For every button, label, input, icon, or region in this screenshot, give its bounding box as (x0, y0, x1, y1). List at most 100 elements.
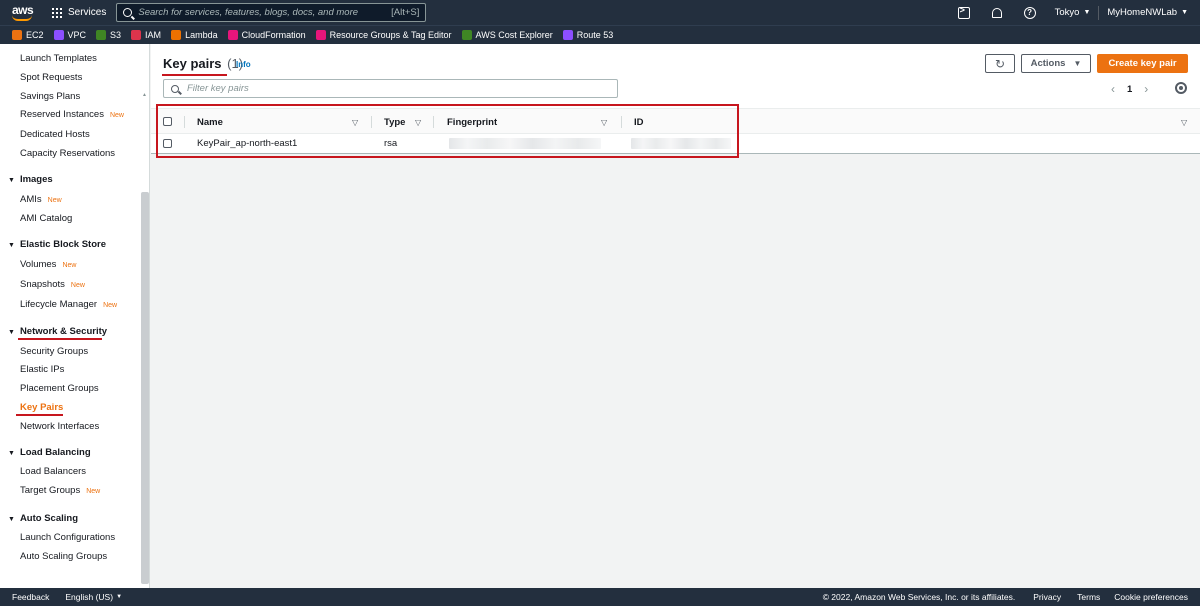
caret-down-icon: ▼ (116, 594, 123, 600)
page-number[interactable]: 1 (1127, 84, 1132, 95)
search-shortcut-hint: [Alt+S] (391, 7, 420, 18)
sidebar-item-launch-configurations[interactable]: Launch Configurations (20, 532, 115, 543)
cloudshell-icon[interactable] (957, 5, 970, 19)
refresh-icon: ↻ (994, 56, 1006, 71)
favorite-s3[interactable]: S3 (96, 30, 121, 40)
sidebar-section-label: Elastic Block Store (19, 239, 106, 250)
resource-groups-service-icon (315, 30, 326, 40)
sidebar-section-label: Load Balancing (19, 447, 91, 458)
sidebar-section-auto-scaling[interactable]: ▼ Auto Scaling (8, 513, 78, 524)
page-title-text: Key pairs (163, 56, 222, 71)
scroll-up-icon[interactable]: ▲ (142, 92, 147, 98)
favorite-label: IAM (145, 30, 162, 40)
favorite-ec2[interactable]: EC2 (12, 30, 44, 40)
caret-down-icon: ▼ (8, 516, 15, 523)
sidebar-item-snapshots[interactable]: Snapshots New (20, 279, 85, 290)
region-selector[interactable]: Tokyo ▼ (1055, 7, 1091, 18)
favorite-label: Resource Groups & Tag Editor (329, 30, 452, 40)
account-label: MyHomeNWLab (1107, 7, 1178, 18)
feedback-link[interactable]: Feedback (12, 592, 49, 602)
favorite-resource-groups[interactable]: Resource Groups & Tag Editor (315, 30, 452, 40)
sidebar-item-key-pairs[interactable]: Key Pairs (20, 402, 63, 413)
favorite-label: CloudFormation (241, 30, 306, 40)
cloudformation-service-icon (227, 30, 238, 40)
cookie-preferences-link[interactable]: Cookie preferences (1114, 592, 1188, 602)
sidebar-item-placement-groups[interactable]: Placement Groups (20, 383, 99, 394)
help-icon[interactable]: ? (1023, 6, 1036, 19)
sidebar-section-load-balancing[interactable]: ▼ Load Balancing (8, 447, 91, 458)
favorite-label: VPC (67, 30, 87, 40)
language-label: English (US) (65, 592, 114, 602)
search-icon (123, 8, 133, 17)
refresh-button[interactable]: ↻ (985, 54, 1015, 73)
filter-key-pairs-input[interactable] (187, 83, 610, 94)
iam-service-icon (131, 30, 142, 40)
sidebar-item-target-groups[interactable]: Target Groups New (20, 485, 100, 496)
sidebar-item-elastic-ips[interactable]: Elastic IPs (20, 364, 64, 375)
nav-divider (1098, 5, 1100, 20)
next-page-icon[interactable]: › (1144, 82, 1148, 96)
new-badge: New (47, 197, 62, 204)
previous-page-icon[interactable]: ‹ (1111, 82, 1115, 96)
sidebar-item-load-balancers[interactable]: Load Balancers (20, 466, 86, 477)
grid-icon (52, 7, 62, 18)
favorite-iam[interactable]: IAM (131, 30, 161, 40)
favorites-bar: EC2 VPC S3 IAM Lambda CloudFormation Res… (0, 25, 1200, 44)
language-selector[interactable]: English (US) ▼ (65, 592, 122, 602)
new-badge: New (109, 112, 124, 119)
sidebar-scrollbar[interactable] (141, 192, 149, 584)
cost-explorer-service-icon (461, 30, 472, 40)
caret-down-icon: ▼ (1073, 59, 1082, 68)
sidebar-item-savings-plans[interactable]: Savings Plans (20, 91, 80, 102)
sidebar-item-launch-templates[interactable]: Launch Templates (20, 53, 97, 64)
sidebar-item-security-groups[interactable]: Security Groups (20, 346, 88, 357)
services-menu-button[interactable]: Services (52, 0, 106, 25)
terms-link[interactable]: Terms (1077, 592, 1100, 602)
region-label: Tokyo (1054, 7, 1080, 18)
key-pairs-container: Key pairs (1) Info ↻ Actions ▼ Create ke… (151, 44, 1200, 158)
top-navigation: aws Services [Alt+S] ? Tokyo ▼ MyHomeNWL… (0, 0, 1200, 25)
annotation-underline (18, 338, 102, 340)
favorite-label: Lambda (185, 30, 218, 40)
sidebar-item-volumes[interactable]: Volumes New (20, 259, 76, 270)
sidebar-section-network-security[interactable]: ▼ Network & Security (8, 326, 107, 337)
sidebar-item-label: Snapshots (20, 279, 65, 290)
sidebar-item-reserved-instances[interactable]: Reserved Instances New (20, 109, 124, 120)
notifications-bell-icon[interactable] (991, 7, 1002, 18)
aws-smile-icon (12, 15, 32, 21)
aws-logo[interactable]: aws (10, 2, 38, 24)
info-link[interactable]: Info (236, 60, 251, 69)
favorite-route53[interactable]: Route 53 (562, 30, 613, 40)
sidebar-item-spot-requests[interactable]: Spot Requests (20, 72, 82, 83)
page-title: Key pairs (1) (163, 56, 243, 71)
global-search[interactable]: [Alt+S] (116, 3, 427, 22)
sidebar-item-amis[interactable]: AMIs New (20, 194, 62, 205)
favorite-vpc[interactable]: VPC (53, 30, 87, 40)
sidebar-item-lifecycle-manager[interactable]: Lifecycle Manager New (20, 299, 117, 310)
favorite-cloudformation[interactable]: CloudFormation (227, 30, 306, 40)
settings-gear-icon[interactable] (1175, 82, 1187, 94)
sort-icon[interactable]: ▽ (1181, 118, 1187, 127)
sidebar-item-auto-scaling-groups[interactable]: Auto Scaling Groups (20, 551, 107, 562)
global-search-input[interactable] (138, 7, 392, 18)
privacy-link[interactable]: Privacy (1033, 592, 1061, 602)
favorite-lambda[interactable]: Lambda (171, 30, 218, 40)
favorite-cost-explorer[interactable]: AWS Cost Explorer (461, 30, 553, 40)
sidebar-section-images[interactable]: ▼ Images (8, 174, 53, 185)
sidebar-item-network-interfaces[interactable]: Network Interfaces (20, 421, 99, 432)
account-menu[interactable]: MyHomeNWLab ▼ (1107, 7, 1188, 18)
annotation-underline (16, 414, 63, 416)
caret-down-icon: ▼ (8, 329, 15, 336)
new-badge: New (70, 282, 85, 289)
sidebar-section-ebs[interactable]: ▼ Elastic Block Store (8, 239, 106, 250)
create-key-pair-button[interactable]: Create key pair (1097, 54, 1188, 73)
sidebar-item-label: Volumes (20, 259, 57, 270)
filter-key-pairs[interactable] (163, 79, 618, 98)
favorite-label: EC2 (26, 30, 44, 40)
caret-down-icon: ▼ (8, 177, 15, 184)
caret-down-icon: ▼ (1181, 9, 1188, 16)
sidebar-item-capacity-reservations[interactable]: Capacity Reservations (20, 148, 115, 159)
sidebar-item-ami-catalog[interactable]: AMI Catalog (20, 213, 72, 224)
actions-dropdown-button[interactable]: Actions ▼ (1021, 54, 1091, 73)
sidebar-item-dedicated-hosts[interactable]: Dedicated Hosts (20, 129, 90, 140)
